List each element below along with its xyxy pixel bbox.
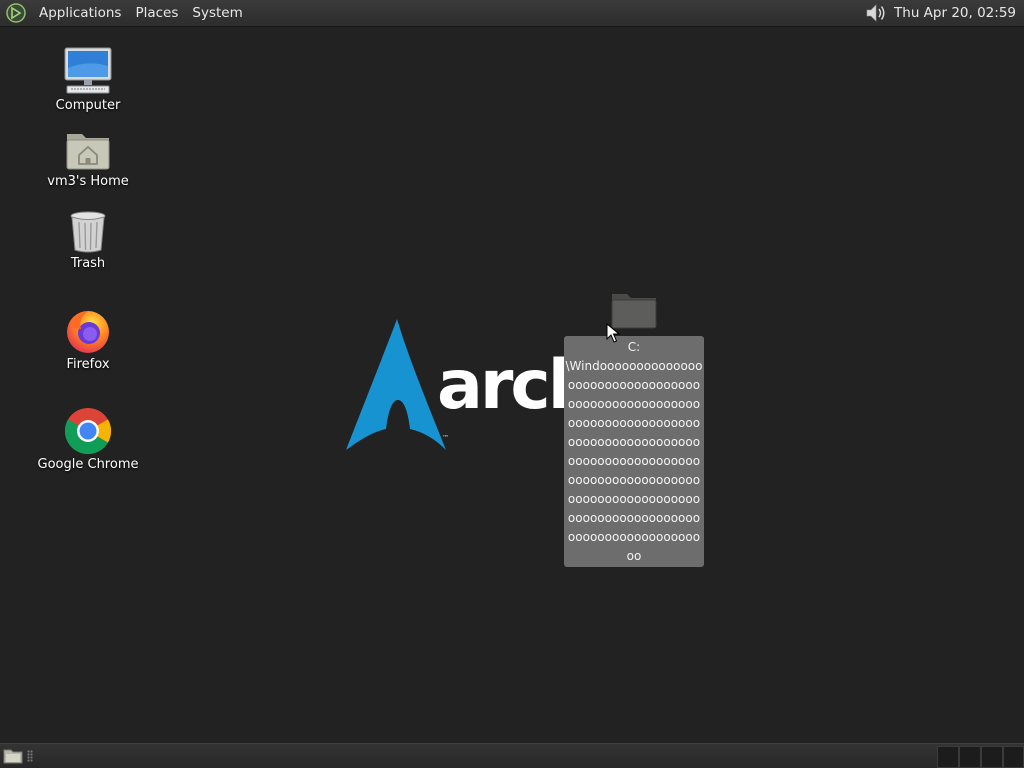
workspace-3-button[interactable] [981, 746, 1003, 768]
tooltip-line: oooooooooooooooooo [567, 416, 701, 430]
places-menu[interactable]: Places [128, 5, 185, 21]
panel-grip-handle[interactable] [27, 750, 33, 762]
desktop-icon-label: Trash [70, 256, 106, 271]
mouse-cursor-icon [606, 323, 620, 343]
volume-icon[interactable] [864, 2, 888, 24]
trash-icon [70, 211, 106, 253]
top-panel: Applications Places System Thu Apr 20, 0… [0, 0, 1024, 27]
desktop-icon-chrome[interactable]: Google Chrome [23, 407, 153, 472]
clock[interactable]: Thu Apr 20, 02:59 [892, 5, 1024, 21]
tooltip-line: oooooooooooooooooo [567, 492, 701, 506]
tooltip-line: oooooooooooooooooo [567, 397, 701, 411]
tooltip-line: oo [626, 549, 642, 563]
tooltip-line: oooooooooooooooooo [567, 378, 701, 392]
trademark-mark: ™ [442, 434, 449, 442]
show-desktop-icon[interactable] [3, 748, 23, 764]
home-folder-icon [66, 134, 110, 170]
chrome-icon [64, 408, 112, 455]
computer-icon [64, 47, 112, 94]
desktop-icon-label: vm3's Home [47, 174, 129, 189]
mate-menu-icon[interactable] [5, 2, 27, 24]
desktop-icon-firefox[interactable]: Firefox [23, 307, 153, 372]
bottom-panel [0, 743, 1024, 768]
desktop-icon-label: Computer [55, 98, 121, 113]
workspace-2-button[interactable] [959, 746, 981, 768]
applications-menu[interactable]: Applications [32, 5, 128, 21]
system-menu[interactable]: System [185, 5, 249, 21]
tooltip-line: oooooooooooooooooo [567, 454, 701, 468]
workspace-4-button[interactable] [1003, 746, 1024, 768]
tooltip-line: oooooooooooooooooo [567, 511, 701, 525]
arch-linux-logo: arch ™ [346, 319, 567, 450]
workspace-1-button[interactable] [937, 746, 959, 768]
desktop-icon-trash[interactable]: Trash [23, 210, 153, 271]
tooltip-line: oooooooooooooooooo [567, 435, 701, 449]
tooltip-line: oooooooooooooooooo [567, 473, 701, 487]
desktop-icon-label: Google Chrome [37, 457, 139, 472]
arch-wordmark: arch [437, 346, 567, 425]
folder-name-tooltip: C: \Windoooooooooooooo ooooooooooooooooo… [564, 336, 704, 567]
firefox-icon [67, 311, 109, 353]
desktop-icon-computer[interactable]: Computer [23, 46, 153, 113]
tooltip-line: oooooooooooooooooo [567, 530, 701, 544]
desktop-icon-label: Firefox [66, 357, 110, 372]
tooltip-line: C: [627, 340, 641, 354]
tooltip-line: \Windoooooooooooooo [565, 359, 703, 373]
desktop-icon-home[interactable]: vm3's Home [23, 128, 153, 189]
